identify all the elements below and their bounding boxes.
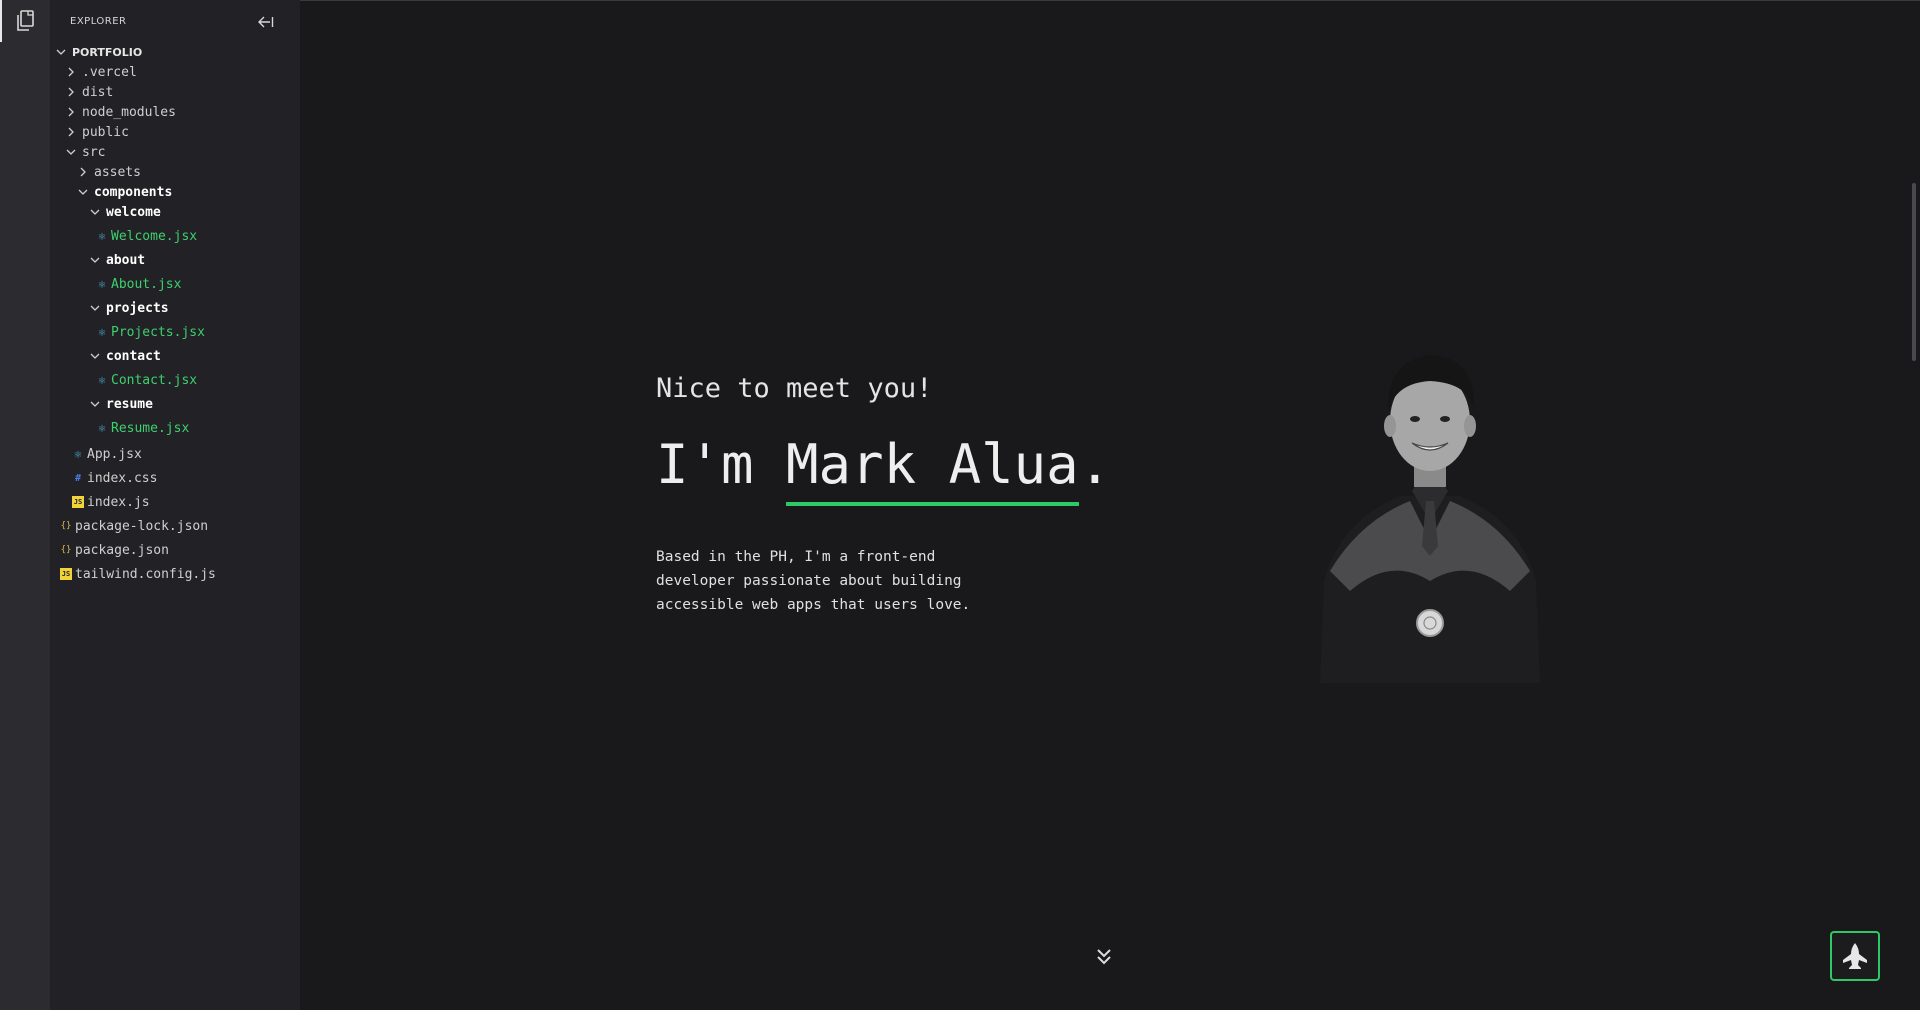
tree-label: PORTFOLIO xyxy=(72,45,143,59)
explorer-title: EXPLORER xyxy=(70,16,127,27)
tree-folder-projects[interactable]: projects xyxy=(88,298,169,318)
tree-root-portfolio[interactable]: PORTFOLIO xyxy=(54,42,142,62)
welcome-section: Nice to meet you! I'm Mark Alua. Based i… xyxy=(300,0,1920,1010)
tree-file-tailwind-config-js[interactable]: JS tailwind.config.js xyxy=(60,564,216,584)
tree-label: Resume.jsx xyxy=(111,420,190,436)
chevron-down-icon xyxy=(54,45,68,59)
tree-label: src xyxy=(82,144,106,160)
chevron-down-icon xyxy=(88,349,102,363)
tree-label: .vercel xyxy=(82,64,137,80)
profile-photo xyxy=(1300,331,1560,683)
tree-file-projects-jsx[interactable]: ⚛ Projects.jsx xyxy=(96,322,205,342)
tree-label: public xyxy=(82,124,129,140)
tree-folder-resume[interactable]: resume xyxy=(88,394,153,414)
vertical-scrollbar[interactable] xyxy=(1912,183,1916,361)
react-icon: ⚛ xyxy=(98,277,106,291)
tree-file-resume-jsx[interactable]: ⚛ Resume.jsx xyxy=(96,418,189,438)
chevron-down-icon xyxy=(88,205,102,219)
chevron-right-icon xyxy=(64,65,78,79)
scroll-down-button[interactable] xyxy=(1092,945,1116,969)
tree-label: index.js xyxy=(87,494,150,510)
headline: I'm Mark Alua. xyxy=(656,433,1112,506)
tree-file-welcome-jsx[interactable]: ⚛ Welcome.jsx xyxy=(96,226,197,246)
tree-label: tailwind.config.js xyxy=(75,566,216,582)
tree-file-package-json[interactable]: {} package.json xyxy=(60,540,169,560)
collapse-sidebar-button[interactable] xyxy=(256,12,276,32)
scroll-to-top-button[interactable] xyxy=(1830,931,1880,981)
tree-folder-src[interactable]: src xyxy=(64,142,105,162)
greeting-text: Nice to meet you! xyxy=(656,373,933,404)
chevron-right-icon xyxy=(64,85,78,99)
json-braces-icon: {} xyxy=(60,545,72,555)
tree-folder-vercel[interactable]: .vercel xyxy=(64,62,137,82)
tree-label: package.json xyxy=(75,542,169,558)
tree-label: index.css xyxy=(87,470,158,486)
javascript-icon: JS xyxy=(72,496,84,508)
tree-file-about-jsx[interactable]: ⚛ About.jsx xyxy=(96,274,181,294)
chevron-down-icon xyxy=(88,301,102,315)
tree-file-index-js[interactable]: JS index.js xyxy=(72,492,150,512)
chevron-down-icon xyxy=(88,397,102,411)
tree-file-contact-jsx[interactable]: ⚛ Contact.jsx xyxy=(96,370,197,390)
collapse-sidebar-icon xyxy=(258,16,274,28)
tree-folder-assets[interactable]: assets xyxy=(76,162,141,182)
tree-file-package-lock-json[interactable]: {} package-lock.json xyxy=(60,516,208,536)
files-icon xyxy=(17,10,34,31)
css-hash-icon: # xyxy=(74,472,82,484)
tree-label: welcome xyxy=(106,204,161,220)
tree-folder-welcome[interactable]: welcome xyxy=(88,202,161,222)
tree-folder-public[interactable]: public xyxy=(64,122,129,142)
react-icon: ⚛ xyxy=(98,373,106,387)
react-icon: ⚛ xyxy=(98,325,106,339)
rocket-icon xyxy=(1843,943,1867,969)
tree-folder-contact[interactable]: contact xyxy=(88,346,161,366)
tree-label: projects xyxy=(106,300,169,316)
tree-folder-node-modules[interactable]: node_modules xyxy=(64,102,176,122)
tree-folder-about[interactable]: about xyxy=(88,250,145,270)
chevron-down-icon xyxy=(64,145,78,159)
react-icon: ⚛ xyxy=(74,447,82,461)
json-braces-icon: {} xyxy=(60,521,72,531)
double-chevron-down-icon xyxy=(1097,949,1111,965)
react-icon: ⚛ xyxy=(98,421,106,435)
tree-file-index-css[interactable]: # index.css xyxy=(72,468,157,488)
tree-label: assets xyxy=(94,164,141,180)
chevron-right-icon xyxy=(76,165,90,179)
bio-text: Based in the PH, I'm a front-end develop… xyxy=(656,549,971,613)
chevron-right-icon xyxy=(64,105,78,119)
tree-label: package-lock.json xyxy=(75,518,209,534)
tree-label: Projects.jsx xyxy=(111,324,205,340)
tree-label: Contact.jsx xyxy=(111,372,198,388)
chevron-right-icon xyxy=(64,125,78,139)
tree-label: resume xyxy=(106,396,153,412)
chevron-down-icon xyxy=(88,253,102,267)
javascript-icon: JS xyxy=(60,568,72,580)
tree-label: about xyxy=(106,252,146,268)
name-highlight: Mark Alua xyxy=(786,433,1079,506)
explorer-button[interactable] xyxy=(0,0,50,42)
headline-prefix: I'm xyxy=(656,433,787,496)
tree-label: contact xyxy=(106,348,161,364)
tree-label: App.jsx xyxy=(87,446,142,462)
react-icon: ⚛ xyxy=(98,229,106,243)
chevron-down-icon xyxy=(76,185,90,199)
tree-file-app-jsx[interactable]: ⚛ App.jsx xyxy=(72,444,142,464)
tree-folder-dist[interactable]: dist xyxy=(64,82,113,102)
tree-label: Welcome.jsx xyxy=(111,228,198,244)
headline-suffix: . xyxy=(1078,433,1112,496)
tree-folder-components[interactable]: components xyxy=(76,182,172,202)
activity-bar xyxy=(0,0,50,1010)
app-window: EXPLORER PORTFOLIO .vercel dist node_mod… xyxy=(0,0,1920,1010)
explorer-sidebar: EXPLORER PORTFOLIO .vercel dist node_mod… xyxy=(50,0,300,1010)
tree-label: About.jsx xyxy=(111,276,182,292)
tree-label: components xyxy=(94,184,173,200)
tree-label: dist xyxy=(82,84,114,100)
tree-label: node_modules xyxy=(82,104,176,120)
explorer-header: EXPLORER xyxy=(50,0,300,42)
